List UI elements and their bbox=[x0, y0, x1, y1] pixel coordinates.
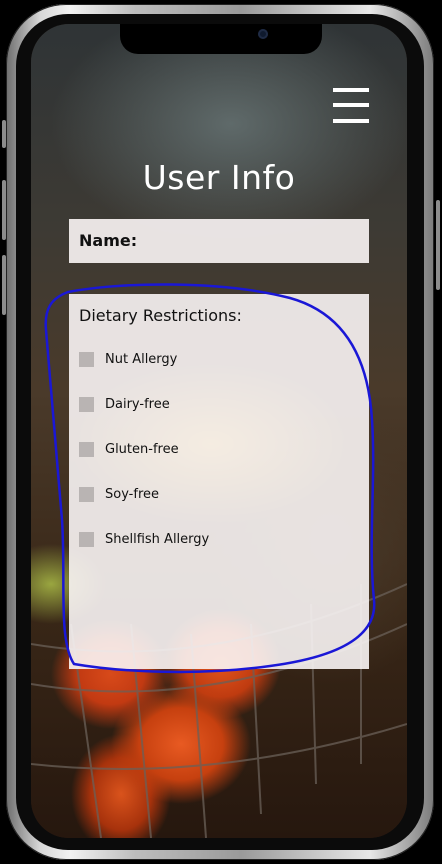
option-nut-allergy[interactable]: Nut Allergy bbox=[79, 337, 359, 382]
soy-free-checkbox[interactable] bbox=[79, 487, 94, 502]
hamburger-menu-icon-bar bbox=[333, 103, 369, 107]
page-title: User Info bbox=[142, 158, 296, 197]
option-label: Soy-free bbox=[105, 487, 159, 502]
option-label: Dairy-free bbox=[105, 397, 170, 412]
hamburger-menu-icon bbox=[333, 88, 369, 92]
shellfish-allergy-checkbox[interactable] bbox=[79, 532, 94, 547]
mute-switch bbox=[2, 120, 6, 148]
gluten-free-checkbox[interactable] bbox=[79, 442, 94, 457]
dietary-restrictions-panel: Dietary Restrictions: Nut Allergy Dairy-… bbox=[69, 294, 369, 669]
phone-notch bbox=[120, 24, 322, 54]
device-mockup: User Info Name: Dietary Restrictions: Nu… bbox=[0, 0, 442, 864]
option-gluten-free[interactable]: Gluten-free bbox=[79, 427, 359, 472]
front-camera-icon bbox=[258, 29, 268, 39]
nut-allergy-checkbox[interactable] bbox=[79, 352, 94, 367]
option-soy-free[interactable]: Soy-free bbox=[79, 472, 359, 517]
name-label: Name: bbox=[79, 231, 138, 250]
power-button bbox=[436, 200, 440, 290]
volume-down-button bbox=[2, 255, 6, 315]
dairy-free-checkbox[interactable] bbox=[79, 397, 94, 412]
app-screen: User Info Name: Dietary Restrictions: Nu… bbox=[31, 24, 407, 838]
volume-up-button bbox=[2, 180, 6, 240]
option-shellfish-allergy[interactable]: Shellfish Allergy bbox=[79, 517, 359, 562]
menu-button[interactable] bbox=[333, 88, 369, 124]
option-label: Nut Allergy bbox=[105, 352, 178, 367]
option-dairy-free[interactable]: Dairy-free bbox=[79, 382, 359, 427]
option-label: Gluten-free bbox=[105, 442, 179, 457]
dietary-restrictions-title: Dietary Restrictions: bbox=[79, 306, 242, 325]
name-field[interactable]: Name: bbox=[69, 219, 369, 263]
option-label: Shellfish Allergy bbox=[105, 532, 210, 547]
hamburger-menu-icon-bar bbox=[333, 119, 369, 123]
